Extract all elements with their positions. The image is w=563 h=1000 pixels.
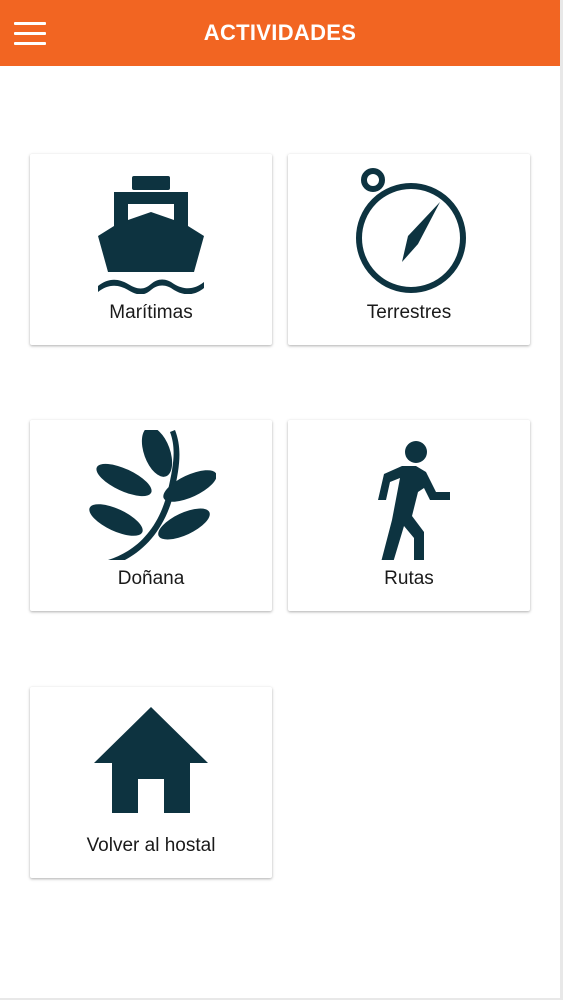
ship-icon	[86, 164, 216, 294]
card-donana[interactable]: Doñana	[30, 420, 272, 611]
card-terrestres[interactable]: Terrestres	[288, 154, 530, 345]
card-label-volver: Volver al hostal	[86, 835, 216, 856]
activities-screen: ACTIVIDADES Marítimas Terrestres Doñana …	[0, 0, 560, 998]
card-label-terrestres: Terrestres	[366, 302, 452, 323]
card-label-donana: Doñana	[117, 568, 185, 589]
card-volver-al-hostal[interactable]: Volver al hostal	[30, 687, 272, 878]
walking-person-icon	[344, 430, 474, 560]
compass-icon	[344, 164, 474, 294]
page-title: ACTIVIDADES	[203, 20, 357, 45]
leaf-branch-icon	[86, 430, 216, 560]
card-label-rutas: Rutas	[384, 568, 434, 589]
card-maritimas[interactable]: Marítimas	[30, 154, 272, 345]
card-rutas[interactable]: Rutas	[288, 420, 530, 611]
card-label-maritimas: Marítimas	[109, 302, 193, 323]
app-bar: ACTIVIDADES	[0, 0, 560, 66]
home-icon	[86, 697, 216, 827]
